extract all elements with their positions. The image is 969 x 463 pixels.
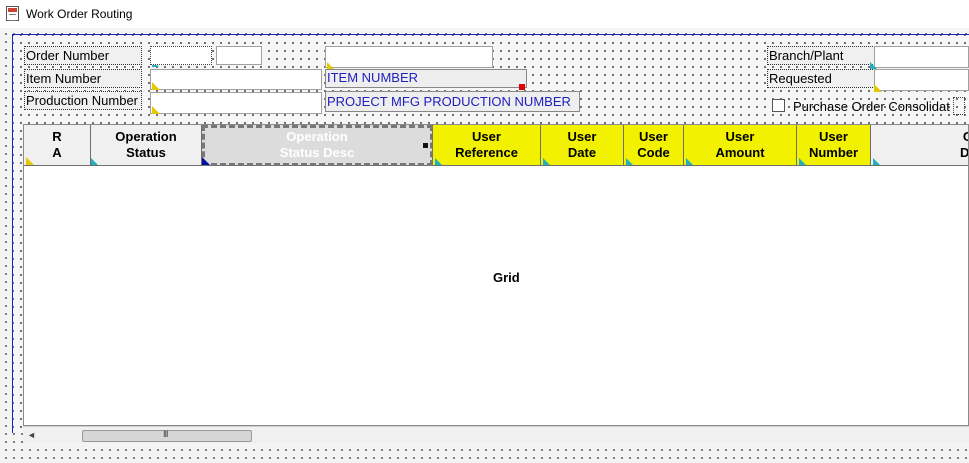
marker-icon [874,84,882,92]
ic-fragment [953,97,965,115]
order-type-field[interactable] [216,46,262,65]
item-number-label: Item Number [24,69,142,88]
col-user-amount[interactable]: User Amount [684,125,797,166]
purchase-order-label: Purchase Order Consolidat [793,99,950,114]
grid[interactable]: RA Operation Status Operation Status Desc … [23,124,969,426]
marker-icon [799,158,806,165]
item-number-caption: ITEM NUMBER [325,69,527,88]
resize-handle-icon[interactable] [519,84,525,90]
production-number-label: Production Number [24,91,142,110]
marker-icon [26,157,34,165]
marker-icon [152,82,160,90]
col-operation-status-desc[interactable]: Operation Status Desc [202,125,433,166]
scroll-thumb[interactable]: III [82,429,252,442]
marker-icon [870,62,877,69]
col-user-number[interactable]: User Number [797,125,871,166]
requested-field[interactable] [874,69,969,91]
marker-icon [435,158,442,165]
doc-icon [6,6,19,21]
branch-plant-label: Branch/Plant [767,46,875,65]
resize-handle-icon[interactable] [423,143,428,148]
production-number-field[interactable] [150,92,322,114]
grid-label: Grid [493,270,520,285]
order-number-label: Order Number [24,46,142,65]
marker-icon [873,158,880,165]
marker-icon [152,106,160,114]
horizontal-scrollbar[interactable]: ◄ III [23,426,969,443]
col-user-reference[interactable]: User Reference [433,125,541,166]
marker-icon [543,158,550,165]
marker-icon [202,157,210,165]
col-operation-status[interactable]: Operation Status [91,125,202,166]
col-ra[interactable]: RA [24,125,91,166]
project-caption: PROJECT MFG PRODUCTION NUMBER [325,91,580,112]
marker-icon [626,158,633,165]
grid-header: RA Operation Status Operation Status Desc … [24,125,968,167]
window-title: Work Order Routing [26,7,133,21]
title-bar: Work Order Routing [0,0,969,29]
grip-icon: III [163,429,168,439]
order-description-field[interactable] [325,46,493,68]
marker-icon [686,158,693,165]
col-user-code[interactable]: User Code [624,125,684,166]
requested-label: Requested [767,69,875,88]
branch-plant-field[interactable] [874,46,969,68]
order-number-field[interactable] [150,46,212,65]
marker-icon [91,158,98,165]
col-op-desc[interactable]: OpDes [871,125,968,166]
col-user-date[interactable]: User Date [541,125,624,166]
item-number-field[interactable] [150,69,322,90]
purchase-order-checkbox[interactable] [772,99,785,112]
scroll-left-arrow-icon[interactable]: ◄ [27,430,36,440]
